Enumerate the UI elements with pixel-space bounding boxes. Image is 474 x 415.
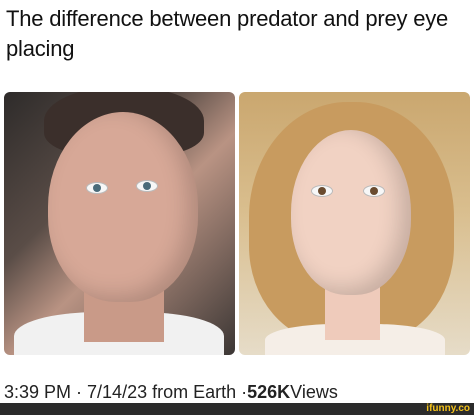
eye	[363, 185, 385, 197]
watermark: ifunny.co	[426, 403, 470, 414]
photo-right	[239, 92, 470, 355]
eye	[311, 185, 333, 197]
photo-left	[4, 92, 235, 355]
face	[48, 112, 198, 302]
views-count: 526K	[247, 382, 291, 402]
views-label: Views	[290, 382, 338, 402]
timestamp: 3:39 PM · 7/14/23 from Earth ·	[4, 382, 248, 402]
face	[291, 130, 411, 295]
caption: The difference between predator and prey…	[6, 6, 449, 61]
eye	[86, 182, 108, 194]
bottom-bar	[0, 403, 474, 415]
photo-grid	[4, 92, 470, 355]
eye	[136, 180, 158, 192]
